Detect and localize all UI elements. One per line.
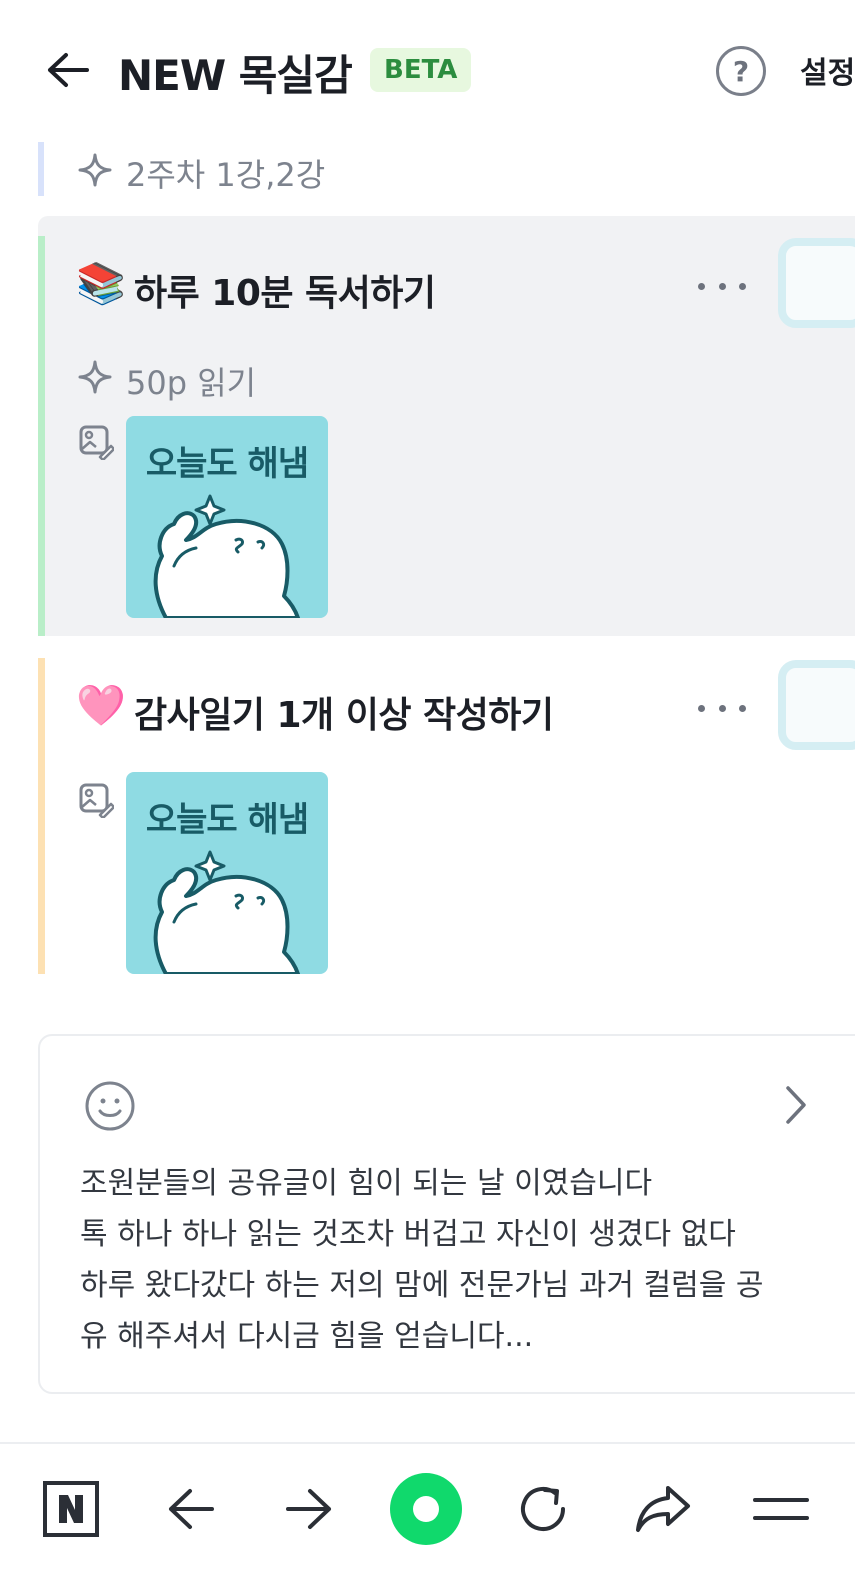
page-title: NEW 목실감 [118, 51, 353, 100]
comment-line: 조원분들의 공유글이 힘이 되는 날 이였습니다 [80, 1166, 653, 1201]
task-checkbox[interactable] [778, 660, 855, 750]
help-icon: ? [732, 54, 750, 88]
refresh-button[interactable] [508, 1474, 578, 1544]
task-accent-bar [38, 658, 45, 974]
dot [718, 282, 726, 290]
naver-home-icon [43, 1481, 99, 1537]
menu-button[interactable] [746, 1474, 816, 1544]
task-title: 감사일기 1개 이상 작성하기 [134, 695, 554, 736]
more-options-button[interactable] [698, 698, 746, 718]
sparkle-icon [76, 151, 114, 189]
dot [739, 282, 746, 290]
comment-line: 하루 왔다갔다 하는 저의 맘에 전문가님 과거 컬럼을 공 [80, 1268, 764, 1303]
task-accent-bar [38, 236, 45, 636]
green-dot-button[interactable] [388, 1471, 464, 1547]
comment-card[interactable]: 조원분들의 공유글이 힘이 되는 날 이였습니다 톡 하나 하나 읽는 것조차 … [38, 1034, 855, 1394]
week-label: 2주차 1강,2강 [126, 156, 326, 194]
dot [698, 704, 705, 712]
task-subtitle: 50p 읽기 [126, 364, 257, 402]
share-icon [636, 1486, 690, 1532]
settings-button[interactable]: 설정 [800, 48, 855, 92]
heart-emoji-icon: 🩷 [76, 683, 126, 729]
back-arrow-icon [169, 1489, 214, 1529]
photo-edit-icon [78, 782, 116, 822]
beta-badge: BETA [370, 48, 472, 92]
sticker-character-icon [153, 850, 300, 974]
week-accent-bar [38, 142, 44, 196]
dot [698, 282, 705, 290]
green-dot-icon [390, 1473, 462, 1545]
photo-edit-icon [78, 424, 116, 464]
completion-sticker[interactable]: 오늘도 해냄 [126, 416, 328, 618]
help-button[interactable]: ? [716, 46, 766, 96]
completion-sticker[interactable]: 오늘도 해냄 [126, 772, 328, 974]
smile-icon [84, 1080, 136, 1136]
task-card[interactable]: 🩷 감사일기 1개 이상 작성하기 오늘도 해냄 [38, 658, 855, 974]
task-title: 하루 10분 독서하기 [134, 273, 436, 314]
comment-line: 유 해주셔서 다시금 힘을 얻습니다... [80, 1319, 534, 1354]
menu-icon [753, 1498, 809, 1520]
dot [718, 704, 726, 712]
task-card[interactable]: 📚 하루 10분 독서하기 50p 읽기 오늘도 해냄 [38, 216, 855, 636]
refresh-icon [521, 1487, 565, 1531]
page: NEW 목실감 BETA ? 설정 2주차 1강,2강 📚 하루 10분 독서하… [0, 0, 855, 1575]
sparkle-icon [76, 358, 114, 396]
books-emoji-icon: 📚 [76, 261, 126, 307]
week-label-row: 2주차 1강,2강 [38, 142, 855, 196]
sticker-character-icon [153, 494, 300, 618]
browser-forward-button[interactable] [274, 1474, 344, 1544]
header: NEW 목실감 BETA ? 설정 [0, 0, 855, 140]
comment-text: 조원분들의 공유글이 힘이 되는 날 이였습니다 톡 하나 하나 읽는 것조차 … [80, 1158, 840, 1362]
back-button[interactable] [40, 44, 96, 96]
back-arrow-icon [48, 53, 89, 87]
browser-back-button[interactable] [156, 1474, 226, 1544]
more-options-button[interactable] [698, 276, 746, 296]
comment-line: 톡 하나 하나 읽는 것조차 버겁고 자신이 생겼다 없다 [80, 1217, 736, 1252]
forward-arrow-icon [286, 1489, 331, 1529]
dot [739, 704, 746, 712]
bottom-toolbar [0, 1442, 855, 1575]
naver-home-button[interactable] [36, 1474, 106, 1544]
task-checkbox[interactable] [778, 238, 855, 328]
chevron-right-icon[interactable] [780, 1084, 812, 1130]
share-button[interactable] [628, 1474, 698, 1544]
